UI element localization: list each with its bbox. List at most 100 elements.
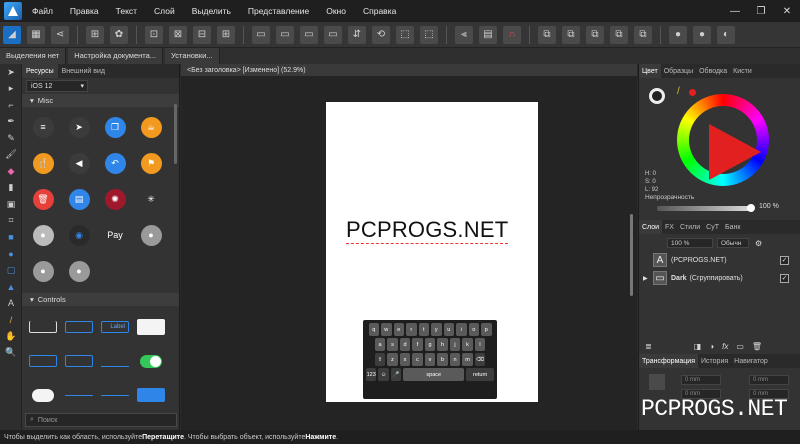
tab-stock[interactable]: Банк bbox=[722, 224, 743, 231]
asset-cell[interactable]: ● bbox=[25, 217, 61, 253]
assets-category-select[interactable]: iOS 12 ▾ bbox=[26, 80, 88, 92]
rounded-rect-tool-icon[interactable]: ▢ bbox=[0, 262, 22, 279]
keyboard-key[interactable]: ⌫ bbox=[474, 353, 486, 366]
opacity-slider-handle[interactable] bbox=[747, 204, 755, 212]
control-asset-cell[interactable] bbox=[61, 344, 97, 378]
asset-cell[interactable]: ▤ bbox=[61, 181, 97, 217]
layer-row[interactable]: ▶ ▭ Dark (Сгруппировать) ✓ bbox=[639, 269, 800, 287]
transform-w-field[interactable]: 0 mm bbox=[749, 375, 789, 385]
ellipse-tool-icon[interactable]: ● bbox=[0, 246, 22, 263]
menu-window[interactable]: Окно bbox=[326, 6, 346, 16]
keyboard-key[interactable]: o bbox=[468, 323, 479, 336]
asset-cell[interactable]: ☕ bbox=[133, 109, 169, 145]
color-wheel[interactable] bbox=[677, 94, 769, 186]
keyboard-key[interactable]: w bbox=[381, 323, 392, 336]
section-controls[interactable]: ▾ Controls bbox=[22, 293, 179, 306]
layer-row[interactable]: A (PCPROGS.NET) ✓ bbox=[639, 251, 800, 269]
arrange-backward-icon[interactable]: ▭ bbox=[324, 25, 342, 44]
control-asset-cell[interactable] bbox=[25, 310, 61, 344]
asset-cell[interactable]: Pay bbox=[97, 217, 133, 253]
move-tool-icon[interactable]: ➤ bbox=[0, 64, 22, 81]
control-asset-cell[interactable] bbox=[97, 344, 133, 378]
tab-fx[interactable]: FX bbox=[662, 224, 677, 231]
mask-icon[interactable]: ◨ bbox=[694, 342, 702, 351]
tab-assets[interactable]: Ресурсы bbox=[22, 64, 58, 78]
eyedropper-tool-icon[interactable]: / bbox=[0, 312, 22, 329]
keyboard-key[interactable]: k bbox=[462, 338, 473, 351]
section-misc[interactable]: ▾ Misc bbox=[22, 94, 179, 107]
transform-select-icon[interactable]: ⊡ bbox=[145, 25, 163, 44]
crop-tool-icon[interactable]: ⌗ bbox=[0, 213, 22, 230]
anchor-point-icon[interactable] bbox=[649, 374, 665, 390]
arrange-forward-icon[interactable]: ▭ bbox=[300, 25, 318, 44]
asset-cell[interactable]: ↶ bbox=[97, 145, 133, 181]
assets-search-input[interactable]: ⌕ Поиск bbox=[25, 413, 177, 427]
align-icon[interactable]: ⊠ bbox=[169, 25, 187, 44]
control-asset-cell[interactable] bbox=[133, 378, 169, 412]
asset-cell[interactable]: ✳ bbox=[133, 181, 169, 217]
keyboard-key[interactable]: t bbox=[418, 323, 429, 336]
keyboard-key[interactable]: p bbox=[481, 323, 492, 336]
asset-cell[interactable]: 🗑 bbox=[25, 181, 61, 217]
keyboard-key[interactable]: return bbox=[466, 368, 495, 381]
keyboard-key[interactable]: y bbox=[431, 323, 442, 336]
menu-layer[interactable]: Слой bbox=[154, 6, 175, 16]
transform-x-field[interactable]: 0 mm bbox=[681, 375, 721, 385]
cloud-icon[interactable]: ● bbox=[693, 25, 711, 44]
keyboard-key[interactable]: a bbox=[374, 338, 386, 351]
control-asset-cell[interactable]: Label bbox=[97, 310, 133, 344]
keyboard-key[interactable]: d bbox=[399, 338, 411, 351]
adjustment-icon[interactable]: ◑ bbox=[709, 342, 714, 351]
tab-appearance[interactable]: Внешний вид bbox=[58, 68, 109, 75]
layers-stack-icon[interactable]: ≣ bbox=[645, 342, 652, 351]
node-tool-icon[interactable]: ▸ bbox=[0, 81, 22, 98]
assets-scrollbar[interactable] bbox=[174, 104, 177, 164]
saturation-triangle[interactable] bbox=[709, 124, 761, 180]
triangle-tool-icon[interactable]: ▲ bbox=[0, 279, 22, 296]
artboard[interactable]: PCPROGS.NET q w e r t y u i o p a s d f g h j k l ⇧ z x c v b n m ⌫… bbox=[326, 102, 538, 402]
control-asset-cell[interactable] bbox=[25, 378, 61, 412]
tab-layers[interactable]: Слои bbox=[639, 220, 663, 234]
boolean-xor-icon[interactable]: ⧉ bbox=[610, 25, 628, 44]
arrange-front-icon[interactable]: ▭ bbox=[276, 25, 294, 44]
asset-cell[interactable]: ● bbox=[25, 253, 61, 289]
menu-text[interactable]: Текст bbox=[116, 6, 137, 16]
preferences-button[interactable]: Установки... bbox=[165, 48, 220, 64]
designer-persona-icon[interactable]: ◢ bbox=[3, 25, 21, 44]
tab-transform[interactable]: Трансформация bbox=[639, 354, 698, 368]
chat-icon[interactable]: ● bbox=[669, 25, 687, 44]
pen-tool-icon[interactable]: ✒ bbox=[0, 114, 22, 131]
layer-visibility-checkbox[interactable]: ✓ bbox=[780, 273, 789, 283]
share-icon[interactable]: ⋖ bbox=[51, 25, 69, 44]
keyboard-key[interactable]: 🎤 bbox=[390, 368, 402, 381]
keyboard-key[interactable]: space bbox=[403, 368, 465, 381]
asset-cell[interactable]: 🍴 bbox=[25, 145, 61, 181]
pixel-grid-icon[interactable]: ▤ bbox=[479, 25, 497, 44]
canvas-scrollbar[interactable] bbox=[630, 214, 633, 296]
tab-history[interactable]: История bbox=[698, 358, 731, 365]
distribute-icon[interactable]: ⊟ bbox=[193, 25, 211, 44]
zoom-tool-icon[interactable]: 🔍 bbox=[0, 345, 22, 362]
control-asset-cell[interactable] bbox=[133, 310, 169, 344]
tab-text-styles[interactable]: СуТ bbox=[703, 224, 722, 231]
flip-icon[interactable]: ⇵ bbox=[348, 25, 366, 44]
fill-stroke-swatch[interactable] bbox=[649, 88, 665, 104]
grid-icon[interactable]: ⊞ bbox=[86, 25, 104, 44]
close-icon[interactable]: ✕ bbox=[774, 0, 800, 22]
maximize-icon[interactable]: ❐ bbox=[748, 0, 774, 22]
menu-file[interactable]: Файл bbox=[32, 6, 53, 16]
document-setup-button[interactable]: Настройка документа... bbox=[68, 48, 164, 64]
keyboard-key[interactable]: s bbox=[387, 338, 398, 351]
snapping-icon[interactable]: ⫷ bbox=[455, 25, 473, 44]
pencil-tool-icon[interactable]: ✎ bbox=[0, 130, 22, 147]
brush-tool-icon[interactable]: 🖌 bbox=[0, 147, 22, 164]
fx-icon[interactable]: fx bbox=[722, 342, 728, 351]
magnet-icon[interactable]: ∩ bbox=[503, 25, 521, 44]
boolean-add-icon[interactable]: ⧉ bbox=[538, 25, 556, 44]
control-asset-cell[interactable] bbox=[133, 344, 169, 378]
text-tool-icon[interactable]: A bbox=[0, 295, 22, 312]
place-image-icon[interactable]: ▣ bbox=[0, 196, 22, 213]
tab-swatches[interactable]: Образцы bbox=[661, 68, 696, 75]
expand-triangle-icon[interactable]: ▶ bbox=[643, 275, 648, 282]
keyboard-key[interactable]: q bbox=[368, 323, 379, 336]
